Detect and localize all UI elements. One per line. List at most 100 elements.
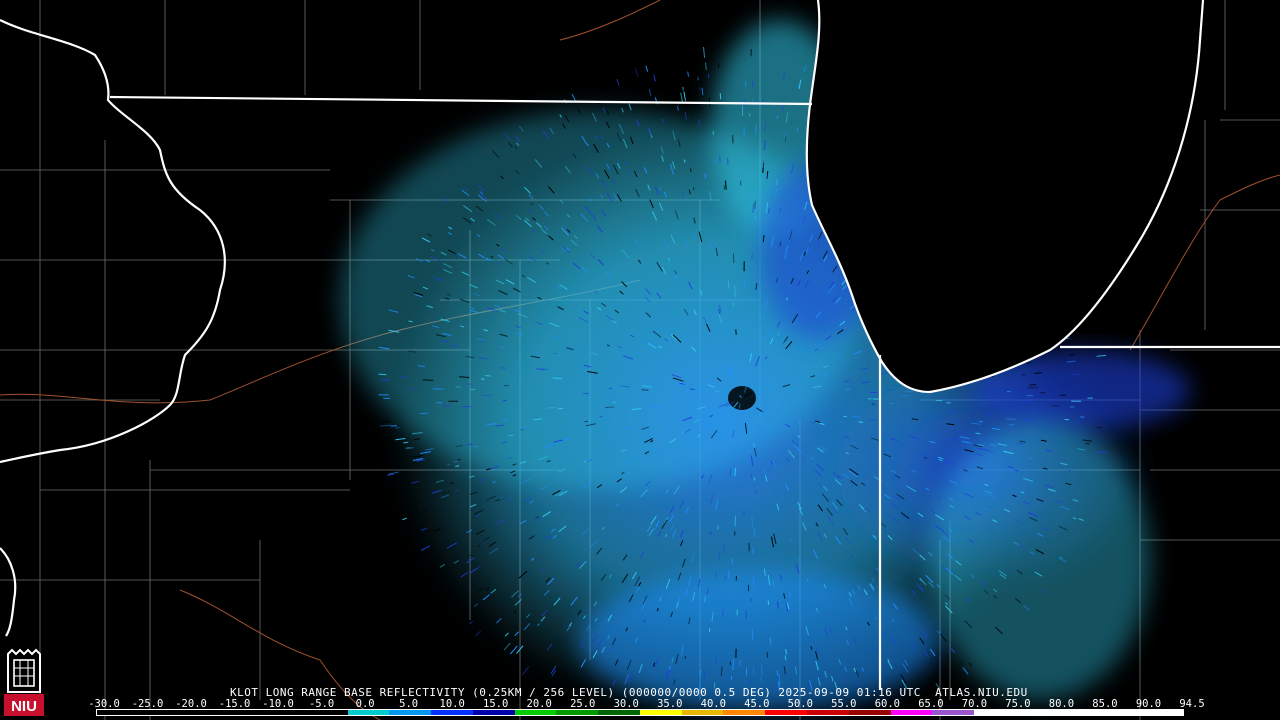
niu-logo-text: NIU <box>11 698 37 715</box>
echo-streak <box>500 367 507 369</box>
echo-streak <box>755 490 757 495</box>
echo-streak <box>682 86 684 91</box>
echo-streak <box>695 69 698 80</box>
echo-streak <box>708 628 711 633</box>
echo-streak <box>719 155 721 163</box>
echo-streak <box>734 285 736 297</box>
scale-swatch <box>305 710 348 715</box>
echo-streak <box>751 628 754 640</box>
echo-streak <box>1073 330 1084 334</box>
echo-streak <box>1025 362 1032 364</box>
echo-streak <box>1072 373 1081 376</box>
echo-streak <box>752 202 754 213</box>
echo-streak <box>708 97 711 107</box>
echo-streak <box>752 575 755 587</box>
echo-streak <box>599 416 603 418</box>
echo-streak <box>1069 353 1075 356</box>
echo-streak <box>767 600 770 605</box>
echo-streak <box>380 424 391 427</box>
echo-streak <box>751 341 753 345</box>
echo-streak <box>725 180 727 190</box>
scale-swatch <box>974 710 1016 715</box>
echo-streak <box>628 103 632 111</box>
echo-streak <box>776 670 779 676</box>
scale-swatch <box>97 710 139 715</box>
echo-streak <box>616 79 620 86</box>
scale-swatch <box>222 710 265 715</box>
scale-swatch <box>389 710 432 715</box>
echo-streak <box>692 186 695 191</box>
echo-streak <box>975 432 981 435</box>
radar-map <box>0 0 1280 720</box>
echo-streak <box>381 420 390 423</box>
scale-swatch <box>514 710 557 715</box>
echo-streak <box>715 657 718 665</box>
scale-swatch <box>264 710 306 715</box>
echo-streak <box>641 389 649 391</box>
echo-streak <box>402 517 407 521</box>
echo-streak <box>776 115 779 119</box>
echo-streak <box>699 87 701 91</box>
scale-swatch <box>431 710 473 715</box>
scale-swatch <box>1015 710 1058 715</box>
echo-streak <box>378 373 387 376</box>
echo-streak <box>684 112 687 120</box>
echo-streak <box>717 525 719 530</box>
echo-streak <box>760 664 763 675</box>
echo-streak <box>751 516 754 527</box>
scale-swatch <box>681 710 724 715</box>
scale-swatch <box>180 710 223 715</box>
echo-streak <box>734 515 737 527</box>
echo-streak <box>720 666 723 677</box>
echo-streak <box>704 173 707 179</box>
reflectivity-color-bar <box>96 709 1184 716</box>
scale-swatch <box>639 710 682 715</box>
echo-streak <box>962 667 969 675</box>
echo-streak <box>403 441 409 444</box>
scale-swatch <box>848 710 891 715</box>
echo-streak <box>960 661 964 666</box>
echo-streak <box>617 87 620 91</box>
echo-streak <box>765 174 768 181</box>
echo-streak <box>502 419 508 421</box>
scale-swatch <box>1141 710 1183 715</box>
echo-streak <box>722 609 724 617</box>
echo-streak <box>584 420 588 423</box>
echo-streak <box>754 200 756 209</box>
echo-streak <box>606 95 610 101</box>
echo-streak <box>1024 418 1033 421</box>
niu-logo: NIU <box>4 648 44 716</box>
echo-streak <box>389 442 393 444</box>
echo-streak <box>520 428 524 431</box>
echo-streak <box>484 375 492 377</box>
echo-streak <box>683 159 686 163</box>
scale-swatch <box>556 710 599 715</box>
echo-streak <box>521 666 530 676</box>
echo-streak <box>1034 372 1043 374</box>
echo-streak <box>405 447 410 449</box>
echo-streak <box>1067 469 1071 472</box>
echo-streak <box>727 569 730 579</box>
scale-swatch <box>723 710 766 715</box>
scale-swatch <box>932 710 975 715</box>
echo-streak <box>683 97 685 102</box>
echo-streak <box>422 379 434 381</box>
echo-streak <box>676 105 679 111</box>
echo-streak <box>653 74 656 82</box>
scale-swatch <box>472 710 515 715</box>
scale-swatch <box>765 710 808 715</box>
echo-streak <box>500 346 505 349</box>
scale-swatch <box>807 710 849 715</box>
scale-swatch <box>598 710 640 715</box>
echo-streak <box>648 88 652 96</box>
scale-swatch <box>138 710 181 715</box>
echo-streak <box>1009 424 1015 426</box>
echo-streak <box>701 87 704 96</box>
echo-streak <box>469 620 473 625</box>
echo-streak <box>703 46 706 58</box>
echo-streak <box>750 473 753 479</box>
echo-streak <box>755 124 757 135</box>
echo-streak <box>390 425 397 427</box>
echo-streak <box>766 652 769 658</box>
echo-streak <box>400 376 408 379</box>
